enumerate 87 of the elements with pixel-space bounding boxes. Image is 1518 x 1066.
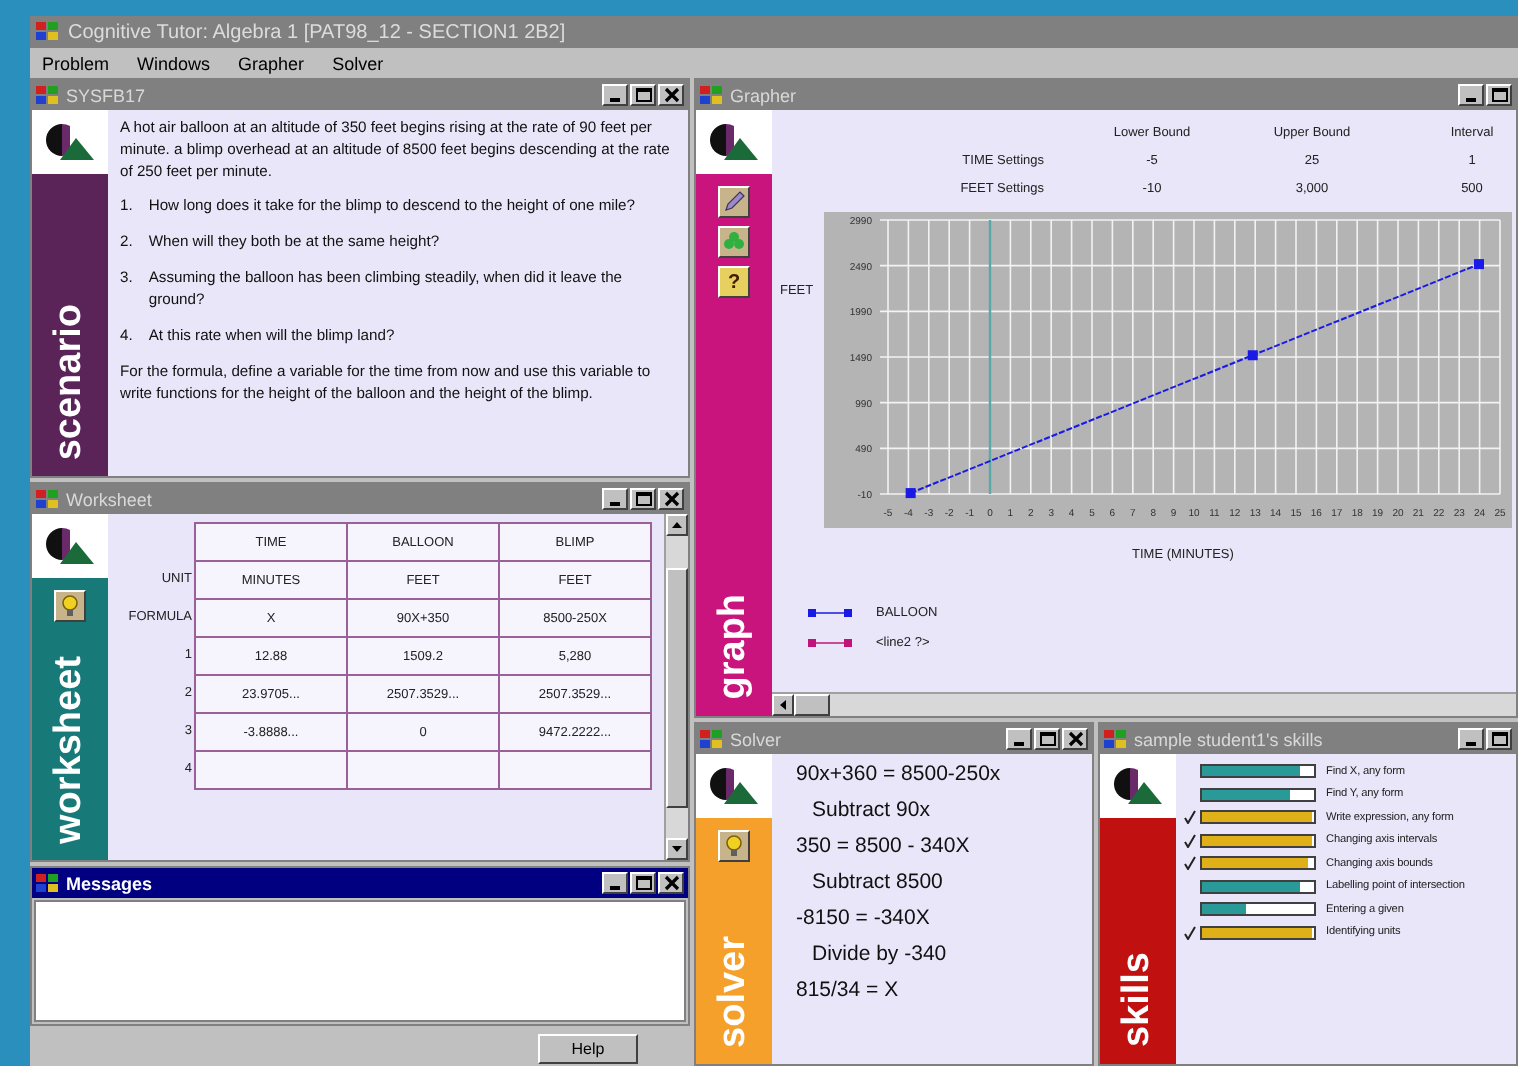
app-icon (700, 729, 724, 749)
help-button[interactable]: Help (538, 1033, 638, 1063)
maximize-button[interactable] (1486, 728, 1512, 750)
close-button[interactable] (658, 84, 684, 106)
maximize-button[interactable] (630, 488, 656, 510)
clover-icon (722, 230, 746, 254)
table-cell[interactable] (498, 750, 652, 790)
maximize-icon (1489, 86, 1509, 104)
logo-icon (32, 110, 108, 174)
close-icon (1065, 730, 1085, 748)
logo-icon (1100, 754, 1176, 818)
legend-swatch (808, 608, 852, 618)
step-text: Subtract 90x (810, 798, 932, 822)
window-title: Grapher (730, 85, 797, 105)
sidebar-label: skills (1116, 952, 1160, 1048)
app-icon (36, 22, 60, 42)
window-title: Worksheet (66, 489, 152, 509)
check-icon (1183, 925, 1195, 940)
step-text: Subtract 8500 (810, 870, 945, 894)
maximize-button[interactable] (630, 84, 656, 106)
logo-icon (696, 754, 772, 818)
table-cell[interactable] (346, 750, 500, 790)
close-icon (661, 874, 681, 892)
equation-text: 350 = 8500 - 340X (796, 834, 972, 858)
app-icon (36, 85, 60, 105)
app-icon (700, 85, 724, 105)
equation-text: 90x+360 = 8500-250x (796, 762, 1003, 786)
window-title: SYSFB17 (66, 85, 146, 105)
window-title: Solver (730, 729, 782, 749)
close-icon (661, 490, 681, 508)
maximize-button[interactable] (630, 872, 656, 894)
maximize-icon (1037, 730, 1057, 748)
menu-item[interactable]: Windows (137, 53, 211, 73)
app-title: Cognitive Tutor: Algebra 1 [PAT98_12 - SECTION1 2B2] (68, 21, 566, 43)
logo-icon (696, 110, 772, 174)
menu-item[interactable]: Grapher (238, 53, 305, 73)
left-arrow-icon (780, 700, 786, 710)
app-icon (1104, 729, 1128, 749)
shapes-button[interactable] (718, 226, 750, 258)
close-button[interactable] (658, 488, 684, 510)
app-icon (36, 489, 60, 509)
sidebar-label: solver (712, 936, 756, 1048)
table-cell[interactable] (194, 750, 348, 790)
horizontal-scrollbar[interactable] (772, 692, 1516, 716)
maximize-icon (633, 874, 653, 892)
minimize-button[interactable] (602, 872, 628, 894)
sidebar-label: worksheet (48, 656, 92, 844)
maximize-icon (633, 490, 653, 508)
lightbulb-icon (724, 834, 744, 858)
down-arrow-icon (672, 846, 682, 852)
sidebar-label: graph (712, 594, 756, 700)
minimize-button[interactable] (602, 84, 628, 106)
pencil-button[interactable] (718, 186, 750, 218)
close-button[interactable] (658, 872, 684, 894)
minimize-button[interactable] (1458, 84, 1484, 106)
app-icon (36, 873, 60, 893)
sidebar-label: scenario (48, 303, 92, 460)
window-title: Messages (66, 873, 153, 893)
minimize-button[interactable] (1458, 728, 1484, 750)
step-text: Divide by -340 (810, 942, 949, 966)
close-icon (661, 86, 681, 104)
data-point (905, 488, 916, 499)
maximize-button[interactable] (1034, 728, 1060, 750)
hint-button[interactable] (54, 590, 86, 622)
data-point (1247, 350, 1258, 361)
equation-text: -8150 = -340X (796, 906, 932, 930)
equation-text: 815/34 = X (796, 978, 901, 1002)
minimize-button[interactable] (602, 488, 628, 510)
legend-swatch (808, 638, 852, 648)
minimize-button[interactable] (1006, 728, 1032, 750)
maximize-icon (1489, 730, 1509, 748)
data-point (1474, 259, 1484, 270)
maximize-icon (633, 86, 653, 104)
help-button[interactable]: ? (718, 266, 750, 298)
lightbulb-icon (60, 594, 80, 618)
close-button[interactable] (1062, 728, 1088, 750)
window-title: sample student1's skills (1134, 729, 1323, 749)
up-arrow-icon (672, 522, 682, 528)
menu-item[interactable]: Problem (42, 53, 110, 73)
vertical-scrollbar[interactable] (664, 514, 688, 860)
scroll-thumb[interactable] (666, 567, 688, 807)
scroll-thumb[interactable] (794, 694, 830, 716)
menu-item[interactable]: Solver (332, 53, 384, 73)
logo-icon (32, 514, 108, 578)
pencil-icon (722, 190, 746, 214)
hint-button[interactable] (718, 830, 750, 862)
maximize-button[interactable] (1486, 84, 1512, 106)
